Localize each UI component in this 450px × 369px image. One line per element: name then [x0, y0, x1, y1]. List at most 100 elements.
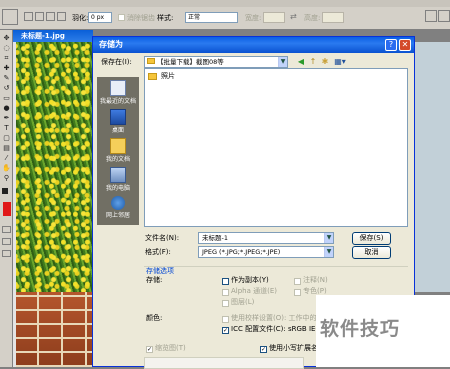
save-in-label: 保存在(I):: [101, 58, 132, 66]
antialias-checkbox[interactable]: [118, 14, 125, 21]
place-desktop[interactable]: 桌面: [97, 108, 139, 136]
quick-mask-icon[interactable]: [2, 226, 11, 233]
filename-value: 未标题-1: [202, 234, 228, 242]
format-label: 格式(F):: [145, 248, 171, 256]
options-bar: 羽化: 0 px 消除锯齿 样式: 正常 宽度: ⇄ 高度:: [0, 0, 450, 30]
desktop-icon: [110, 109, 126, 125]
notes-checkbox[interactable]: [294, 278, 301, 285]
eraser-tool-icon[interactable]: ▭: [2, 94, 11, 102]
blur-tool-icon[interactable]: ●: [2, 104, 11, 112]
close-button[interactable]: ✕: [399, 39, 411, 51]
place-recent[interactable]: 我最近的文档: [97, 79, 139, 107]
warning-area: [144, 357, 304, 369]
subtract-selection-icon[interactable]: [46, 12, 55, 21]
color-label: 颜色:: [146, 314, 163, 322]
filename-input[interactable]: 未标题-1 ▼: [198, 232, 334, 244]
chevron-down-icon[interactable]: ▼: [278, 57, 287, 67]
height-label: 高度:: [304, 14, 321, 22]
feather-input[interactable]: 0 px: [88, 12, 112, 23]
eyedropper-tool-icon[interactable]: ⁄: [2, 154, 11, 162]
my-computer-icon: [110, 167, 126, 183]
cancel-button[interactable]: 取消: [352, 246, 391, 259]
format-select[interactable]: JPEG (*.JPG;*.JPEG;*.JPE) ▼: [198, 246, 334, 258]
type-tool-icon[interactable]: T: [2, 124, 11, 132]
folder-icon: [147, 58, 155, 64]
notes-label: 注释(N): [303, 276, 328, 284]
icc-label: ICC 配置文件(C): sRGB IEC61: [231, 325, 330, 333]
place-network[interactable]: 网上邻居: [97, 195, 139, 223]
proof-checkbox[interactable]: [222, 316, 229, 323]
healing-tool-icon[interactable]: ✚: [2, 64, 11, 72]
back-icon[interactable]: ◀: [296, 57, 306, 67]
dialog-title: 存储为: [93, 37, 414, 53]
canvas-image: [13, 42, 93, 292]
save-in-value: 【批量下载】截图08等: [157, 58, 224, 66]
place-label: 我的电脑: [105, 185, 130, 192]
as-copy-checkbox[interactable]: [222, 278, 229, 285]
file-name: 照片: [161, 72, 175, 80]
as-copy-label: 作为副本(Y): [231, 276, 269, 284]
width-input[interactable]: [263, 12, 285, 23]
thumbnail-label: 缩览图(T): [155, 344, 186, 352]
place-my-documents[interactable]: 我的文档: [97, 137, 139, 165]
intersect-selection-icon[interactable]: [57, 12, 66, 21]
foreground-color-swatch[interactable]: [2, 188, 8, 194]
place-my-computer[interactable]: 我的电脑: [97, 166, 139, 194]
places-bar: 我最近的文档 桌面 我的文档 我的电脑 网上邻居: [97, 77, 139, 225]
crop-tool-icon[interactable]: ⌗: [2, 54, 11, 62]
views-menu-icon[interactable]: ▦▾: [333, 57, 347, 67]
lowercase-extension-checkbox[interactable]: ✓: [260, 346, 267, 353]
style-label: 样式:: [157, 14, 174, 22]
chevron-down-icon[interactable]: ▼: [324, 233, 333, 243]
place-label: 我最近的文档: [99, 98, 136, 105]
up-folder-icon[interactable]: ↑: [308, 57, 318, 67]
folder-icon: [148, 73, 157, 80]
file-browser-icon[interactable]: [438, 10, 450, 22]
shape-tool-icon[interactable]: ▢: [2, 134, 11, 142]
save-in-dropdown[interactable]: 【批量下载】截图08等 ▼: [144, 56, 288, 68]
brush-tool-icon[interactable]: ✎: [2, 74, 11, 82]
layers-checkbox[interactable]: [222, 300, 229, 307]
pen-tool-icon[interactable]: ✒: [2, 114, 11, 122]
thumbnail-checkbox[interactable]: ✓: [146, 346, 153, 353]
notes-tool-icon[interactable]: ▤: [2, 144, 11, 152]
canvas-image-right: [410, 42, 450, 292]
width-label: 宽度:: [245, 14, 262, 22]
new-folder-icon[interactable]: ✱: [320, 57, 330, 67]
menu-strip: [0, 0, 450, 7]
alpha-checkbox[interactable]: [222, 289, 229, 296]
chevron-down-icon[interactable]: ▼: [324, 247, 333, 257]
background-color-swatch[interactable]: [3, 202, 11, 216]
help-button[interactable]: ?: [385, 39, 397, 51]
icc-checkbox[interactable]: ✓: [222, 327, 229, 334]
canvas-image-brick: [13, 292, 93, 367]
history-brush-icon[interactable]: ↺: [2, 84, 11, 92]
style-select[interactable]: 正常: [185, 12, 238, 23]
proof-label: 使用校样设置(O): 工作中的: [231, 314, 317, 322]
zoom-tool-icon[interactable]: ⚲: [2, 174, 11, 182]
screen-mode-icon[interactable]: [2, 238, 11, 245]
spot-checkbox[interactable]: [294, 289, 301, 296]
layers-label: 图层(L): [231, 298, 255, 306]
lowercase-extension-label: 使用小写扩展名: [269, 344, 318, 352]
palette-well-icon[interactable]: [425, 10, 437, 22]
network-places-icon: [111, 196, 125, 210]
watermark-text: 软件技巧: [320, 318, 401, 340]
save-button[interactable]: 保存(S): [352, 232, 391, 245]
marquee-preset-button[interactable]: [2, 9, 18, 25]
new-selection-icon[interactable]: [24, 12, 33, 21]
ruler: [13, 42, 16, 367]
document-title[interactable]: 未标题-1.jpg: [13, 30, 93, 42]
format-value: JPEG (*.JPG;*.JPEG;*.JPE): [202, 248, 281, 256]
file-list[interactable]: 照片: [144, 68, 408, 227]
move-tool-icon[interactable]: ✥: [2, 34, 11, 42]
swap-icon[interactable]: ⇄: [290, 12, 297, 21]
filename-label: 文件名(N):: [145, 234, 180, 242]
jump-to-imageready-icon[interactable]: [2, 250, 11, 257]
add-selection-icon[interactable]: [35, 12, 44, 21]
hand-tool-icon[interactable]: ✋: [2, 164, 11, 172]
place-label: 桌面: [111, 127, 124, 134]
lasso-tool-icon[interactable]: ◌: [2, 44, 11, 52]
storage-label: 存储:: [146, 276, 163, 284]
height-input[interactable]: [322, 12, 344, 23]
